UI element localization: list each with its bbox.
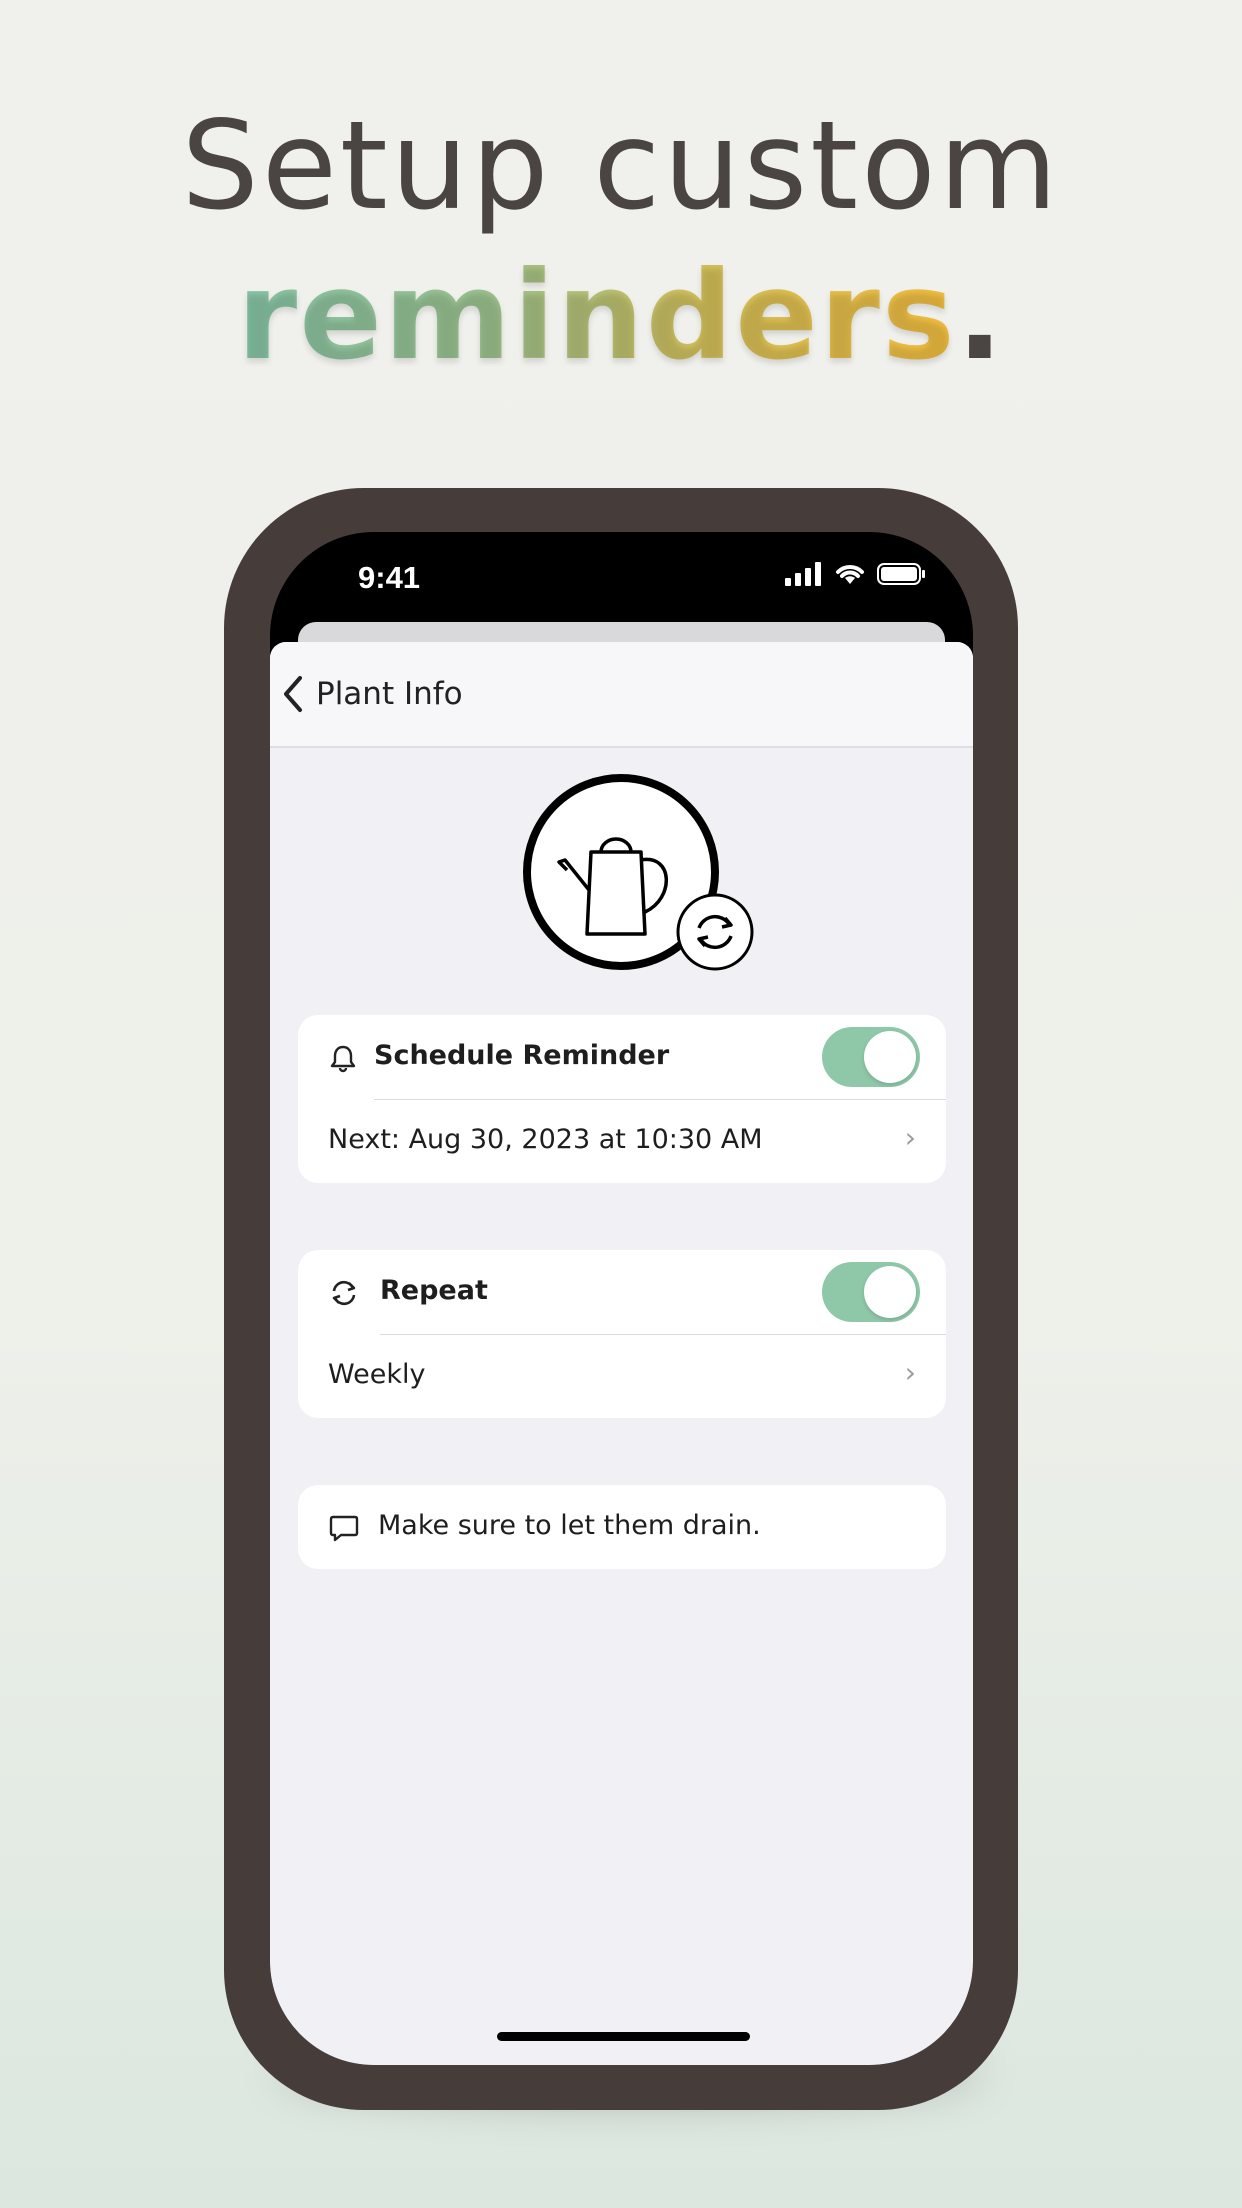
toggle-knob [864, 1031, 916, 1083]
battery-icon [877, 563, 925, 585]
headline-line1: Setup custom [181, 95, 1061, 237]
chevron-left-icon [284, 676, 302, 712]
schedule-toggle[interactable] [822, 1027, 920, 1087]
comment-icon [329, 1515, 359, 1542]
repeat-frequency-row[interactable]: Weekly › [298, 1334, 946, 1418]
bell-icon [330, 1045, 356, 1073]
wifi-icon [836, 565, 864, 584]
plant-avatar[interactable] [523, 774, 754, 974]
refresh-icon [676, 893, 754, 971]
plant-info-sheet: Plant Info Schedule Reminder Next: Aug 3… [270, 642, 973, 2065]
headline-period: . [956, 245, 1005, 387]
status-time: 9:41 [358, 560, 421, 595]
schedule-row: Schedule Reminder [298, 1015, 946, 1099]
headline-highlight: reminders [237, 245, 957, 387]
toggle-knob [864, 1266, 916, 1318]
next-reminder-row[interactable]: Next: Aug 30, 2023 at 10:30 AM › [298, 1099, 946, 1183]
repeat-row: Repeat [298, 1250, 946, 1334]
schedule-card: Schedule Reminder Next: Aug 30, 2023 at … [298, 1015, 946, 1183]
note-card[interactable]: Make sure to let them drain. [298, 1485, 946, 1569]
chevron-right-icon: › [904, 1121, 916, 1154]
back-label: Plant Info [316, 676, 463, 712]
repeat-card: Repeat Weekly › [298, 1250, 946, 1418]
chevron-right-icon: › [904, 1356, 916, 1389]
status-icons [785, 562, 927, 586]
repeat-frequency-value: Weekly [328, 1359, 426, 1390]
repeat-toggle[interactable] [822, 1262, 920, 1322]
headline-line2: reminders. [0, 255, 1242, 377]
navigation-bar: Plant Info [270, 642, 973, 748]
schedule-title: Schedule Reminder [374, 1040, 670, 1071]
phone-screen: 9:41 Plant Info Schedule Reminder Next: … [270, 532, 973, 2065]
home-indicator[interactable] [497, 2032, 750, 2041]
back-button[interactable]: Plant Info [282, 668, 463, 720]
signal-icon [785, 562, 821, 586]
repeat-icon [332, 1280, 356, 1306]
repeat-title: Repeat [380, 1275, 488, 1306]
note-text: Make sure to let them drain. [378, 1510, 761, 1541]
next-reminder-label: Next: Aug 30, 2023 at 10:30 AM [328, 1124, 763, 1155]
